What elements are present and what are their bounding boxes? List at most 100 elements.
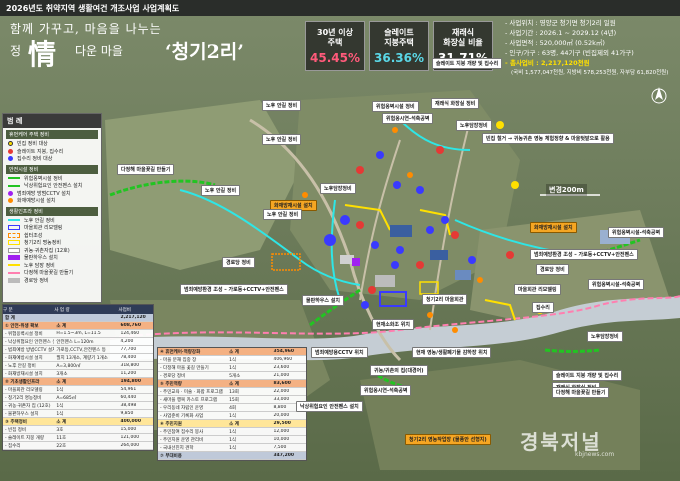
table-cell: - 다정해 마을 꽃길 만들기: [160, 365, 209, 371]
legend-item-label: 마을회관 리모델링: [24, 225, 63, 232]
slogan-prefix: 정: [10, 44, 22, 58]
table-cell: ⑤ 주민역량: [160, 381, 182, 387]
table-cell: - 주민참여 집수리 봉사: [160, 429, 204, 435]
table-row: - 귀농·귀촌자 집 (12호) 1식 38,498: [3, 402, 153, 410]
legend-item-label: 귀농·귀촌자집 (12호): [24, 247, 70, 254]
info-line: - 사업위치 : 영양군 청기면 청기2리 일원: [505, 19, 616, 27]
table-cell: 1식: [56, 403, 64, 409]
table-header: ④ 휴먼케어·역량강화 소 계 354,960: [158, 348, 306, 356]
map-label: 현재 영농/생활폐기물 감하장 위치: [412, 347, 492, 358]
table-cell: 1식: [56, 411, 64, 417]
table-cell: 264,000: [120, 443, 140, 448]
table-cell: - 낙상위험요인 안전펜스 설치: [5, 339, 54, 345]
table-cell: 가로등,CCTV,안전펜스 등: [56, 347, 106, 353]
legend-symbol-icon: [8, 141, 13, 147]
map-label: 노후담장정비: [320, 183, 356, 194]
table-total-row: 합 계 2,217,120: [3, 314, 153, 322]
stat-box-slate-roof: 슬레이트 지붕주택 36.36%: [369, 21, 429, 71]
table-cell: 77,700: [120, 347, 137, 352]
table-cell: 1식: [56, 387, 64, 393]
table-cell: 4,200: [120, 339, 134, 344]
legend-item-label: 경로당 정비: [24, 277, 49, 284]
legend-item: 노후 안길 정비: [3, 217, 101, 225]
budget-table-right: ④ 휴먼케어·역량강화 소 계 354,960 - 마을 분재 집중 장 1식 40…: [157, 347, 307, 461]
table-cell: 23,600: [273, 365, 290, 370]
table-cell: - 집수리: [5, 443, 21, 449]
table-body: - 마을 분재 집중 장 1식 406,960 - 다정해 마을 꽃길 만들기 1식 23…: [158, 356, 306, 460]
legend-item: 빈집 정비 대상: [3, 140, 101, 148]
map-label: 마을회관 리모델링: [514, 284, 561, 295]
legend-item-label: 빈집 정비 대상: [17, 141, 48, 148]
legend: 범 례 휴먼케어 주택 정비 빈집 정비 대상 슬레이트 지붕, 집수리 집수리 정비…: [2, 113, 102, 303]
table-cell: ① 안전·위생 확보: [5, 323, 39, 329]
map-label: 경로당 정비: [536, 264, 569, 275]
table-cell: - 화재예방시설 설치: [5, 355, 43, 361]
legend-symbol-icon: [8, 198, 13, 204]
legend-item-label: 노후 담장 정비: [24, 262, 55, 269]
legend-item: 청기2리 명농정비: [3, 239, 101, 247]
legend-item-label: 노후 안길 정비: [24, 217, 55, 224]
legend-item-label: 다정해 마을꽃길 만들기: [24, 270, 74, 277]
table-cell: - 화재방재시설 설치: [5, 371, 43, 377]
legend-item: 화재예방시설 설치: [3, 197, 101, 205]
table-cell: 406,960: [273, 357, 293, 362]
table-cell: - 우리동네 자립인 운영: [160, 405, 204, 411]
legend-body: 휴먼케어 주택 정비 빈집 정비 대상 슬레이트 지붕, 집수리 집수리 정비 대상 안…: [3, 130, 101, 284]
table-row: - 주민지원 운영 관리비 1식 10,000: [158, 436, 306, 444]
table-row: - 우리동네 자립인 운영 4회 8,800: [158, 404, 306, 412]
page-title: 2026년도 취약지역 생활여건 개조사업 사업계획도: [0, 0, 680, 16]
legend-item: 쉼터조성: [3, 232, 101, 240]
table-cell: 5개소: [229, 373, 241, 379]
table-header-cell: 사업비: [118, 307, 131, 313]
map-label: 위험옹시연-석축공벽: [382, 113, 434, 124]
legend-item-label: 쉼터조성: [24, 232, 43, 239]
legend-symbol-icon: [8, 219, 20, 222]
table-row: - 다정해 마을 꽃길 만들기 1식 23,600: [158, 364, 306, 372]
stat-value: 36.36%: [374, 51, 424, 65]
table-row: - 마을 분재 집중 장 1식 406,960: [158, 356, 306, 364]
table-cell: ⑥ 주민지원: [160, 421, 182, 427]
map-label: 낙상위험요인 안전펜스 설치: [296, 401, 363, 412]
building-gray: [375, 275, 395, 287]
table-row: - 화재방재시설 설치 3개소 11,200: [3, 370, 153, 378]
map-label: 위험옹벽시설-석축공벽: [608, 227, 665, 238]
legend-symbol-icon: [8, 177, 20, 180]
project-info: - 사업위치 : 영양군 청기면 청기2리 일원 - 사업기간 : 2026.1…: [505, 18, 677, 78]
table-cell: 54,961: [120, 387, 137, 392]
table-cell: - 주민지원 운영 관리비: [160, 437, 204, 443]
legend-item: 경로당 정비: [3, 277, 101, 285]
table-cell: 9,850: [120, 411, 134, 416]
table-cell: - 경로당 정비: [160, 373, 186, 379]
table-cell: - 물판하우스 설치: [5, 411, 39, 417]
table-cell: 608,760: [120, 323, 141, 328]
scale-label: 변경200m: [546, 184, 587, 196]
table-row: - 화재예방시설 설치 필지 13개소, 계량기 1개소 78,400: [3, 354, 153, 362]
table-cell: 22,000: [273, 389, 290, 394]
table-cell: 소 계: [229, 421, 239, 427]
table-row: - 낙상위험요인 안전펜스 설치안전펜스 L=120m 4,200: [3, 338, 153, 346]
table-cell: - 노후 안길 정비: [5, 363, 36, 369]
table-body: ① 안전·위생 확보 소 계 608,760- 위험옹벽시설 정비 H=1.5~3m,…: [3, 322, 153, 450]
info-total: - 총사업비 : 2,217,120천원: [505, 59, 590, 67]
table-cell: 29,500: [273, 421, 291, 426]
table-cell: 소 계: [229, 349, 239, 355]
legend-item: 노후 담장 정비: [3, 262, 101, 270]
map-label: 화재방재시설 설치: [530, 222, 577, 233]
map-label: 슬레이트 지붕 개량 및 집수리: [552, 370, 623, 381]
table-cell: 60,440: [120, 395, 137, 400]
map-label: 노후 안길 정비: [201, 185, 241, 196]
info-line: - 인구/가구 : 63명, 44기구 (빈집제외 41가구): [505, 49, 634, 57]
slogan-han-char: 情: [28, 38, 57, 71]
table-cell: 안전펜스 L=120m: [56, 339, 94, 345]
map-label: 집수리: [532, 302, 554, 313]
table-cell: H=1.5~3m, L=11.5: [56, 331, 101, 336]
legend-symbol-icon: [8, 240, 20, 246]
info-line: - 사업면적 : 520,000㎡ (0.52k㎡): [505, 39, 605, 47]
table-row: - 새마을 행복 카스토 프로그램 15회 33,000: [158, 396, 306, 404]
map-label: 노후담장정비: [456, 120, 492, 131]
legend-item: 귀농·귀촌자집 (12호): [3, 247, 101, 255]
table-cell: 3개소: [56, 371, 68, 377]
map-label: 위험옹벽시설-석축공벽: [588, 279, 645, 290]
map-label: 귀농/귀촌의 집(대경어): [370, 365, 428, 376]
table-cell: 21,000: [273, 373, 290, 378]
